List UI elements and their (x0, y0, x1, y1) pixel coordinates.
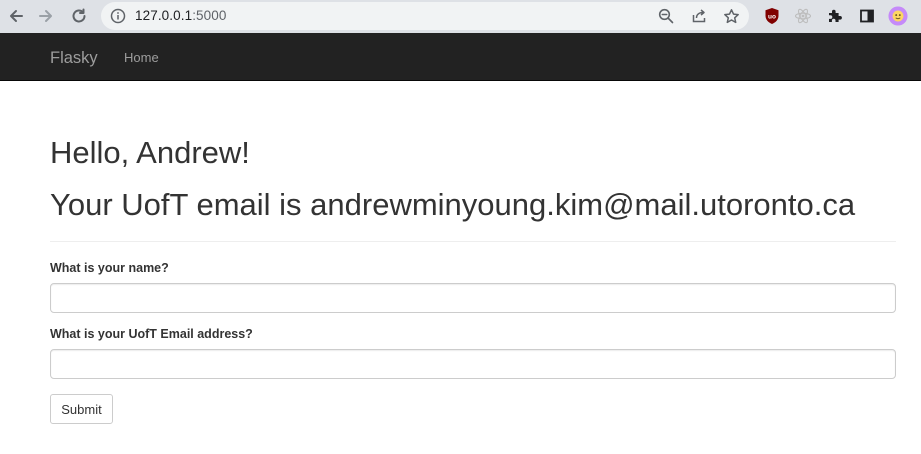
forward-icon[interactable] (34, 4, 58, 28)
brand-link[interactable]: Flasky (50, 49, 98, 68)
email-input[interactable] (50, 349, 896, 379)
site-navbar: Flasky Home (0, 33, 921, 81)
react-devtools-extension-icon[interactable] (793, 6, 813, 26)
extensions-puzzle-icon[interactable] (825, 6, 845, 26)
email-heading: Your UofT email is andrewminyoung.kim@ma… (50, 187, 856, 222)
submit-button[interactable]: Submit (50, 394, 113, 424)
bookmark-star-icon[interactable] (722, 7, 740, 25)
side-panel-icon[interactable] (857, 6, 877, 26)
greeting-heading: Hello, Andrew! (50, 135, 250, 170)
svg-text:uo: uo (768, 14, 776, 21)
reload-icon[interactable] (67, 4, 91, 28)
browser-toolbar: 127.0.0.1:5000 uo (0, 0, 921, 33)
profile-avatar-icon[interactable] (888, 6, 908, 26)
back-icon[interactable] (4, 4, 28, 28)
url-port: :5000 (192, 8, 227, 23)
ublock-extension-icon[interactable]: uo (762, 6, 782, 26)
address-bar[interactable]: 127.0.0.1:5000 (101, 2, 749, 30)
zoom-icon[interactable] (657, 7, 675, 25)
share-icon[interactable] (690, 7, 708, 25)
page-header-divider (50, 241, 896, 242)
nav-home-link[interactable]: Home (124, 50, 159, 65)
name-field-label: What is your name? (50, 261, 169, 275)
url-host: 127.0.0.1 (135, 8, 193, 23)
url-text: 127.0.0.1:5000 (135, 8, 227, 23)
email-field-label: What is your UofT Email address? (50, 327, 253, 341)
site-info-icon[interactable] (110, 8, 126, 24)
name-input[interactable] (50, 283, 896, 313)
